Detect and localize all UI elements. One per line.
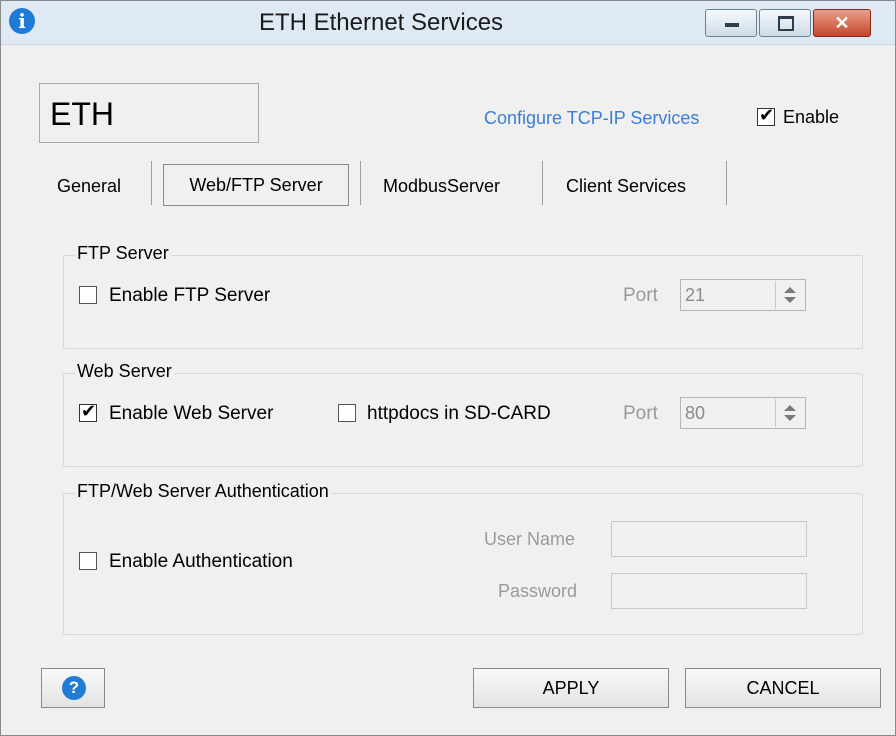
tab-divider (542, 161, 543, 205)
httpdocs-sdcard-checkbox[interactable] (338, 404, 356, 422)
ftp-port-spin-buttons[interactable] (775, 281, 804, 309)
tab-divider (726, 161, 727, 205)
enable-ftp-server-checkbox[interactable] (79, 286, 97, 304)
title-bar[interactable]: i ETH Ethernet Services ✕ (1, 1, 895, 45)
minimize-button[interactable] (705, 9, 757, 37)
tab-divider (151, 161, 152, 205)
ftp-port-label: Port (623, 285, 658, 306)
ftp-server-group-title: FTP Server (75, 243, 171, 264)
tab-modbus-server[interactable]: ModbusServer (383, 164, 500, 208)
web-port-value: 80 (685, 403, 706, 423)
user-name-input[interactable] (611, 521, 807, 557)
ftp-port-spinner[interactable]: 21 (680, 279, 806, 311)
authentication-group-title: FTP/Web Server Authentication (75, 481, 331, 502)
close-button[interactable]: ✕ (813, 9, 871, 37)
apply-button[interactable]: APPLY (473, 668, 669, 708)
enable-checkbox[interactable] (757, 105, 775, 126)
tab-divider (360, 161, 361, 205)
web-server-group-title: Web Server (75, 361, 174, 382)
spin-down-icon[interactable] (784, 415, 796, 421)
ftp-port-value: 21 (685, 285, 706, 305)
password-input[interactable] (611, 573, 807, 609)
window-title: ETH Ethernet Services (258, 9, 504, 36)
cancel-button[interactable]: CANCEL (685, 668, 881, 708)
web-port-spinner[interactable]: 80 (680, 397, 806, 429)
web-port-label: Port (623, 403, 658, 424)
configure-tcpip-link[interactable]: Configure TCP-IP Services (484, 108, 699, 129)
module-name-box: ETH (39, 83, 259, 143)
close-icon: ✕ (834, 13, 850, 33)
tab-general[interactable]: General (57, 164, 121, 208)
httpdocs-sdcard-label: httpdocs in SD-CARD (367, 403, 551, 424)
password-label: Password (498, 581, 578, 601)
help-icon: ? (62, 676, 86, 700)
enable-authentication-checkbox[interactable] (79, 552, 97, 570)
spin-up-icon[interactable] (784, 287, 796, 293)
tab-client-services[interactable]: Client Services (566, 164, 686, 208)
web-port-spin-buttons[interactable] (775, 399, 804, 427)
spin-down-icon[interactable] (784, 297, 796, 303)
enable-web-server-checkbox[interactable] (79, 401, 97, 422)
enable-label: Enable (783, 107, 840, 127)
spin-up-icon[interactable] (784, 405, 796, 411)
enable-authentication-label: Enable Authentication (109, 551, 293, 572)
enable-web-server-label: Enable Web Server (109, 403, 274, 424)
maximize-button[interactable] (759, 9, 811, 37)
dialog-window: i ETH Ethernet Services ✕ ETH Configure … (0, 0, 896, 736)
help-button[interactable]: ? (41, 668, 105, 708)
tab-web-ftp-server[interactable]: Web/FTP Server (163, 164, 349, 206)
user-name-label: User Name (484, 529, 576, 549)
enable-ftp-server-label: Enable FTP Server (109, 285, 271, 306)
